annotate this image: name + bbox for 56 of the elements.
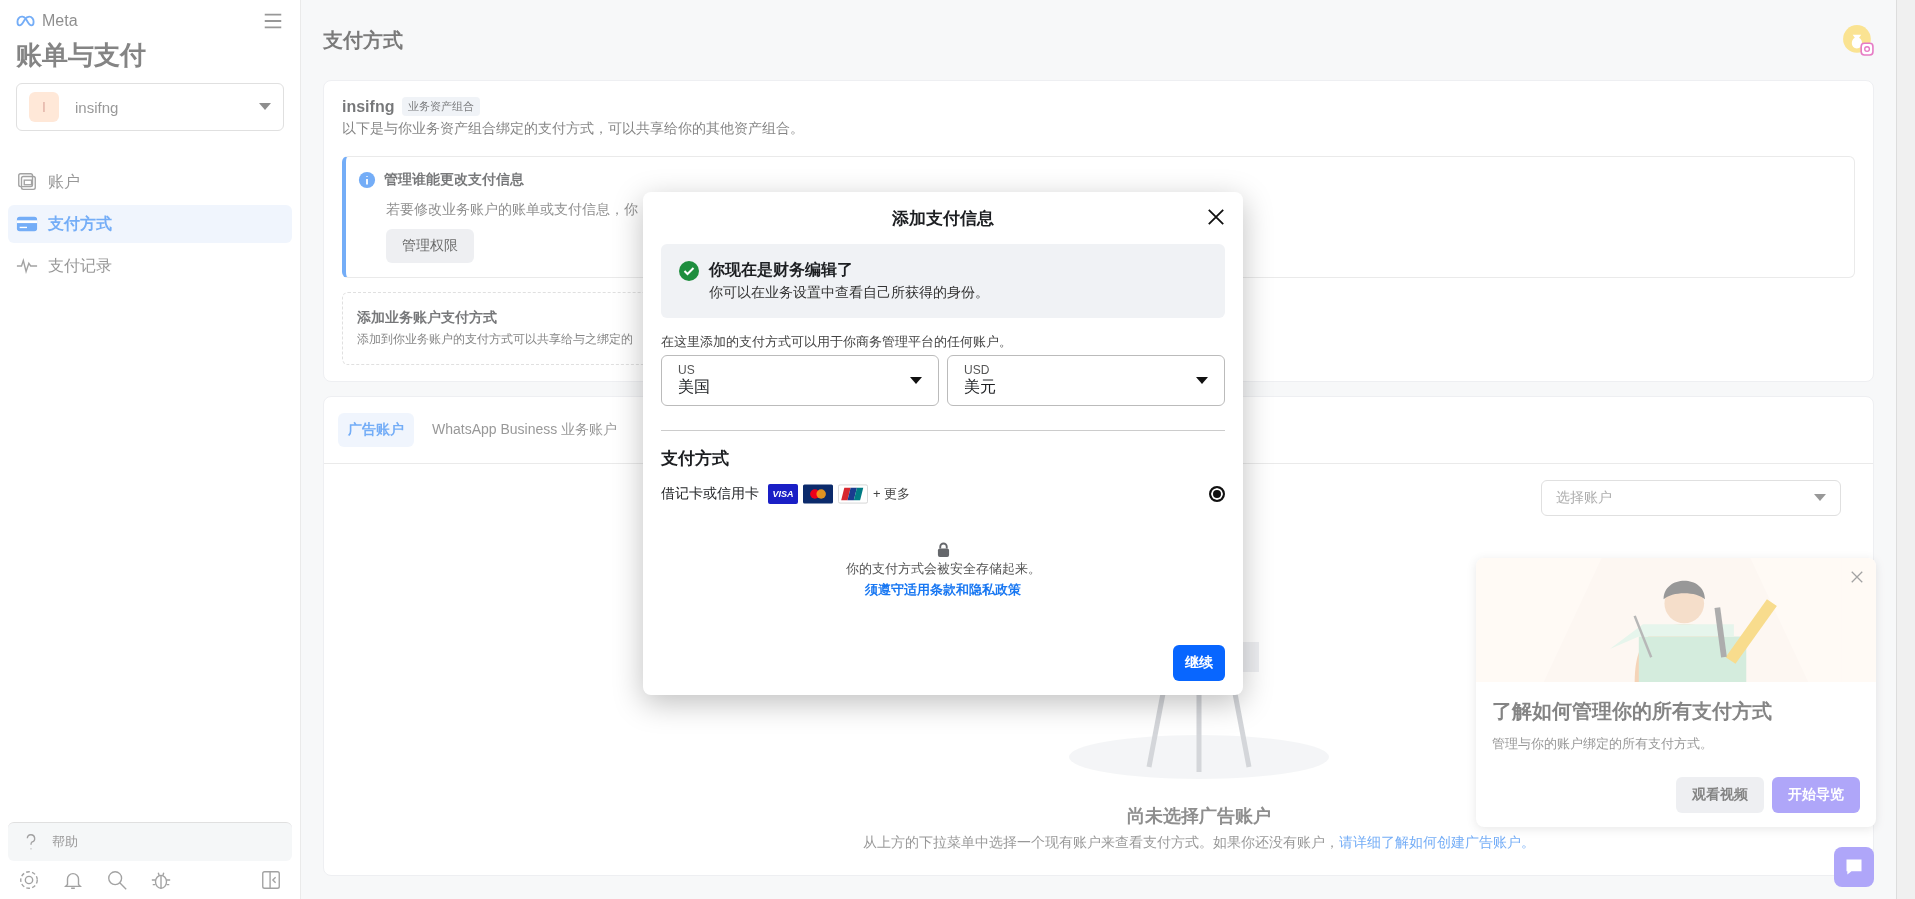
lock-icon: [936, 542, 950, 557]
portfolio-description: 以下是与你业务资产组合绑定的支付方式，可以共享给你的其他资产组合。: [342, 120, 804, 138]
check-circle-icon: [679, 261, 699, 281]
dialog-title: 添加支付信息: [892, 207, 994, 230]
account-select[interactable]: 选择账户: [1541, 480, 1841, 516]
continue-button[interactable]: 继续: [1173, 645, 1225, 681]
learn-link[interactable]: 请详细了解如何创建广告账户。: [1338, 834, 1535, 850]
caret-icon: [1196, 376, 1208, 385]
mastercard-icon: [803, 484, 833, 504]
caret-icon: [259, 103, 271, 111]
dropdown-field[interactable]: USD 美元: [947, 355, 1225, 406]
start-tour-button[interactable]: 开始导览: [1772, 777, 1860, 813]
option-label: 借记卡或信用卡: [661, 485, 759, 503]
close-icon[interactable]: [1207, 208, 1225, 226]
success-text: 你可以在业务设置中查看自己所获得的身份。: [709, 284, 989, 302]
terms-link[interactable]: 须遵守适用条款和隐私政策: [865, 582, 1021, 599]
caret-icon: [1814, 494, 1826, 502]
dropdown-field[interactable]: US 美国: [661, 355, 939, 406]
unionpay-card-icon: [838, 484, 868, 504]
empty-title: 尚未选择广告账户: [1126, 805, 1271, 828]
radio-button[interactable]: [1209, 486, 1225, 502]
empty-message: 从上方的下拉菜单中选择一个现有账户来查看支付方式。如果你还没有账户，请详细了解如何创建广告账户。: [862, 834, 1535, 852]
chat-bubble-icon: [1844, 857, 1864, 877]
notice-title: 管理谁能更改支付信息: [384, 171, 524, 189]
page-heading: 账单与支付: [16, 39, 147, 72]
portfolio-name: insifng: [342, 97, 395, 116]
sidebar-item[interactable]: 支付记录: [8, 247, 292, 285]
chat-button[interactable]: [1834, 847, 1874, 887]
tour-text: 管理与你的账户绑定的所有支付方式。: [1492, 735, 1714, 753]
caret-icon: [910, 376, 922, 385]
visa-card-icon: VISA: [768, 484, 798, 504]
tab[interactable]: WhatsApp Business 业务账户: [422, 413, 628, 447]
profile-avatar-icon[interactable]: [1842, 24, 1874, 56]
secure-note: 你的支付方式会被安全存储起来。: [845, 561, 1041, 578]
tab[interactable]: 广告账户: [338, 413, 414, 447]
help-item[interactable]: 帮助: [8, 822, 292, 861]
side-panel-icon[interactable]: [260, 869, 282, 891]
success-title: 你现在是财务编辑了: [709, 260, 854, 280]
add-title: 添加业务账户支付方式: [357, 309, 498, 327]
more-link[interactable]: + 更多: [873, 485, 911, 503]
manage-permissions-button[interactable]: 管理权限: [386, 229, 474, 263]
tour-title: 了解如何管理你的所有支付方式: [1492, 699, 1773, 724]
dialog-hint: 在这里添加的支付方式可以用于你商务管理平台的任何账户。: [661, 334, 1013, 351]
sidebar-item[interactable]: 支付方式: [8, 205, 292, 243]
page-title: 支付方式: [323, 27, 403, 53]
stacked-cards-icon: [16, 171, 38, 193]
portfolio-badge: 业务资产组合: [402, 97, 481, 116]
sidebar-item[interactable]: 账户: [8, 163, 292, 201]
watch-video-button[interactable]: 观看视频: [1676, 777, 1764, 813]
info-icon: [358, 171, 376, 189]
settings-icon[interactable]: [18, 869, 40, 891]
notice-text: 若要修改业务账户的账单或支付信息，你: [386, 201, 638, 219]
logo-text: Meta: [42, 12, 78, 30]
section-title: 支付方式: [661, 448, 730, 470]
add-text: 添加到你业务账户的支付方式可以共享给与之绑定的: [357, 331, 633, 348]
search-icon[interactable]: [106, 869, 128, 891]
